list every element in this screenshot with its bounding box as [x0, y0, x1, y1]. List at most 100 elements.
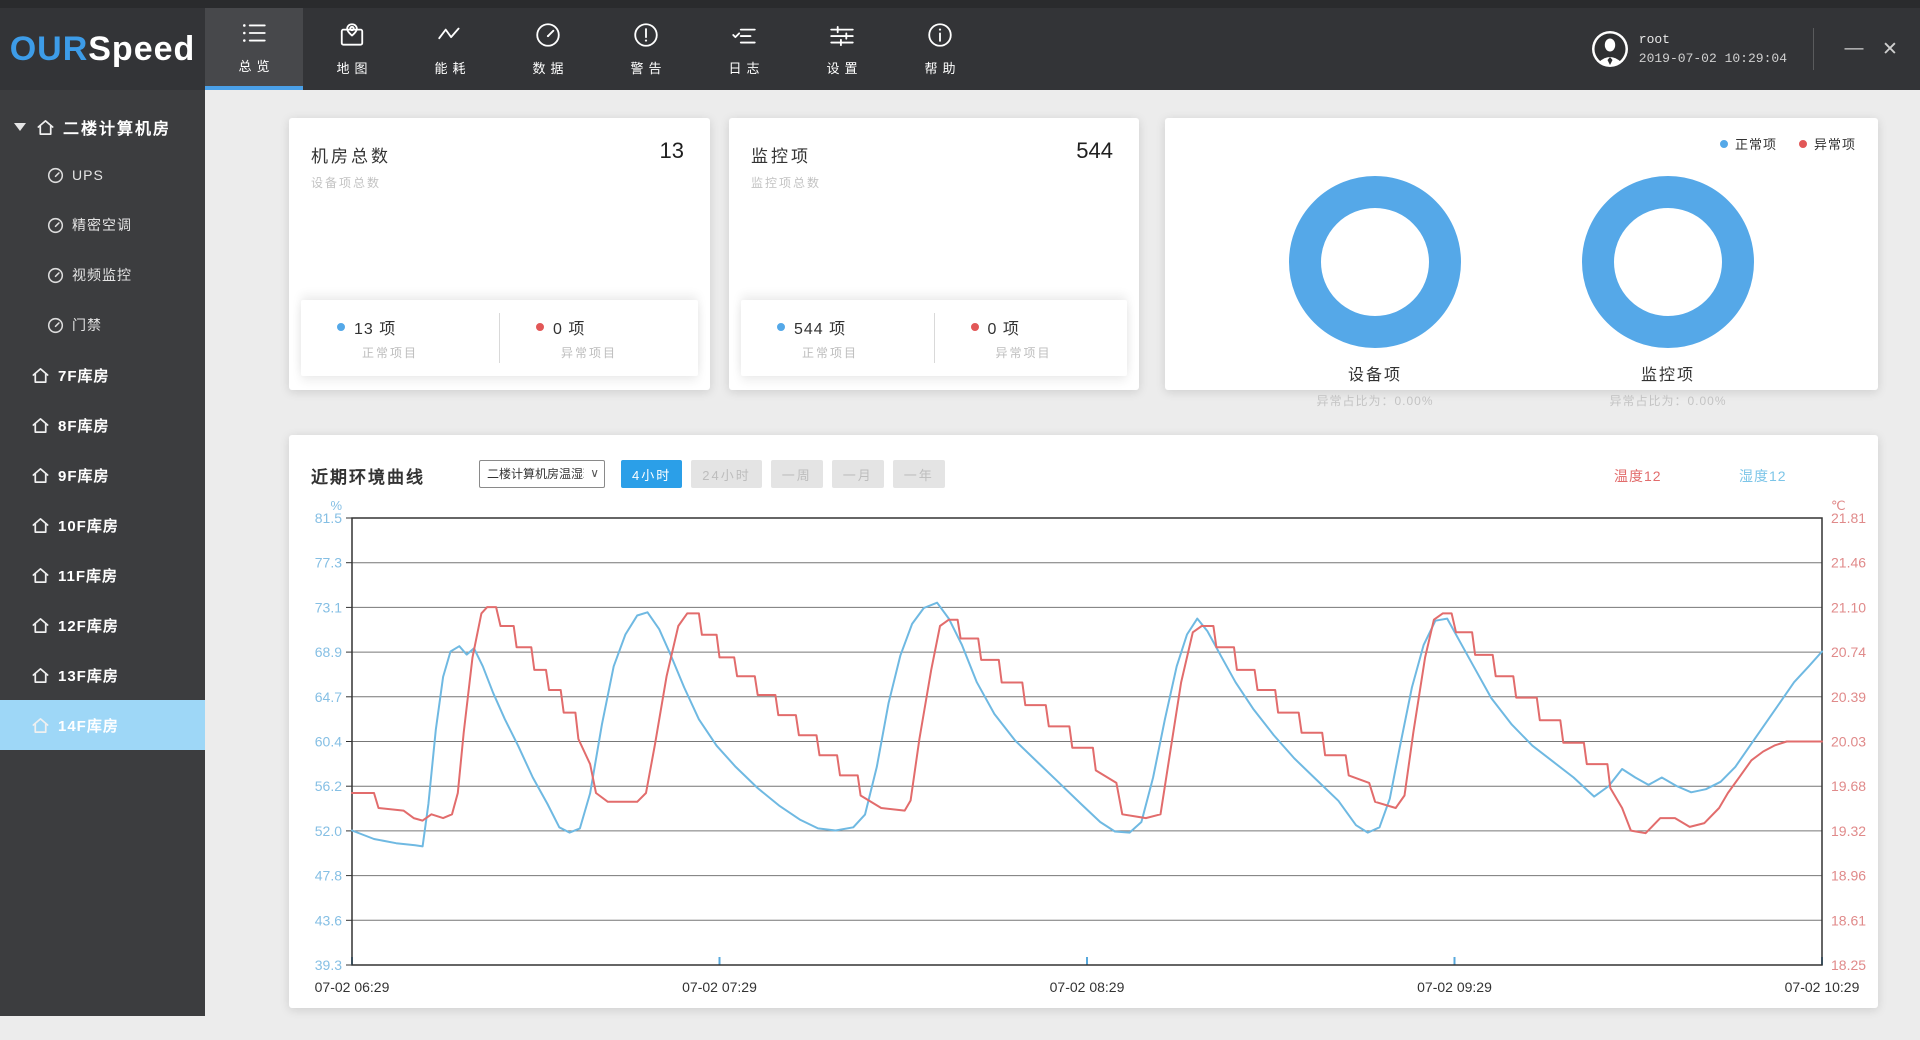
sidebar-item-10f[interactable]: 10F库房	[0, 500, 205, 550]
abnormal-ring-icon	[1799, 140, 1807, 148]
env-source-select-wrap: 二楼计算机房温湿环 ∨	[479, 460, 605, 488]
right-axis-tick-label: 20.74	[1831, 644, 1866, 660]
right-axis-tick-label: 18.61	[1831, 912, 1866, 928]
sidebar-item-13f[interactable]: 13F库房	[0, 650, 205, 700]
legend-temperature[interactable]: 温度12	[1614, 466, 1662, 486]
nav-item-energy[interactable]: 能耗	[401, 8, 499, 90]
nav-item-logs[interactable]: 日志	[695, 8, 793, 90]
sidebar-item-12f[interactable]: 12F库房	[0, 600, 205, 650]
monitor-items-donut: 监控项 异常占比为：0.00%	[1580, 174, 1756, 409]
logo-text-our: OUR	[10, 30, 89, 69]
nav-item-map[interactable]: 地图	[303, 8, 401, 90]
sidebar-item-11f[interactable]: 11F库房	[0, 550, 205, 600]
user-avatar-icon[interactable]	[1591, 30, 1629, 68]
sidebar-item-7f[interactable]: 7F库房	[0, 350, 205, 400]
minimize-button[interactable]: —	[1836, 38, 1872, 60]
sidebar-item-access-control[interactable]: 门禁	[0, 300, 205, 350]
left-axis-tick-label: 43.6	[315, 912, 342, 928]
nav-label: 总览	[238, 56, 274, 75]
right-axis-tick-label: 20.03	[1831, 734, 1866, 750]
sidebar-item-ups[interactable]: UPS	[0, 150, 205, 200]
nav-label: 设置	[826, 58, 862, 77]
normal-ring-icon	[1720, 140, 1728, 148]
alert-exclamation-icon	[632, 21, 660, 49]
donut-summary-card: 正常项 异常项 设备项 异常占比为：0.00% 监控项 异常占比为：0.00%	[1165, 118, 1878, 390]
home-icon	[31, 566, 50, 585]
nav-label: 日志	[728, 58, 764, 77]
x-axis-tick-label: 07-02 08:29	[1050, 979, 1125, 995]
gauge-icon	[47, 267, 64, 284]
nav-item-data[interactable]: 数据	[499, 8, 597, 90]
abnormal-ring-icon	[971, 323, 979, 331]
chart-title: 近期环境曲线	[311, 463, 425, 488]
user-name: root	[1639, 32, 1787, 47]
left-axis-unit: %	[330, 498, 342, 513]
environment-chart-panel: 近期环境曲线 二楼计算机房温湿环 ∨ 4小时 24小时 一周 一月 一年 温度1…	[289, 435, 1878, 1008]
nav-label: 警告	[630, 58, 666, 77]
range-button-24h[interactable]: 24小时	[691, 460, 761, 488]
nav-item-overview[interactable]: 总览	[205, 8, 303, 90]
sidebar-item-video-surveillance[interactable]: 视频监控	[0, 250, 205, 300]
card-subtitle: 设备项总数	[311, 174, 381, 191]
right-axis-tick-label: 21.46	[1831, 555, 1866, 571]
right-axis-tick-label: 19.68	[1831, 778, 1866, 794]
legend-abnormal[interactable]: 异常项	[1799, 134, 1856, 153]
temperature-line	[352, 607, 1822, 833]
home-icon	[31, 616, 50, 635]
right-axis-unit: ℃	[1831, 498, 1846, 513]
sidebar-item-precision-ac[interactable]: 精密空调	[0, 200, 205, 250]
left-axis-tick-label: 56.2	[315, 778, 342, 794]
nav-item-alerts[interactable]: 警告	[597, 8, 695, 90]
x-axis-tick-label: 07-02 06:29	[315, 979, 390, 995]
normal-stat: 13 项 正常项目	[301, 315, 499, 361]
legend-normal[interactable]: 正常项	[1720, 134, 1777, 153]
range-button-month[interactable]: 一月	[832, 460, 884, 488]
left-axis-tick-label: 68.9	[315, 644, 342, 660]
donut-normal-arc	[1305, 192, 1445, 332]
gauge-icon	[47, 317, 64, 334]
normal-stat: 544 项 正常项目	[741, 315, 934, 361]
legend-humidity[interactable]: 湿度12	[1739, 466, 1787, 486]
range-button-4h[interactable]: 4小时	[621, 460, 682, 488]
right-axis-tick-label: 19.32	[1831, 823, 1866, 839]
title-bar: OURSpeed 总览 地图 能耗 数据	[0, 0, 1920, 90]
abnormal-ring-icon	[536, 323, 544, 331]
range-button-year[interactable]: 一年	[893, 460, 945, 488]
nav-item-help[interactable]: 帮助	[891, 8, 989, 90]
humidity-line	[352, 603, 1822, 847]
time-range-buttons: 4小时 24小时 一周 一月 一年	[621, 460, 945, 488]
left-axis-tick-label: 77.3	[315, 555, 342, 571]
info-icon	[926, 21, 954, 49]
home-icon	[31, 366, 50, 385]
card-title: 机房总数	[311, 142, 391, 167]
user-area: root 2019-07-02 10:29:04 — ✕	[1591, 8, 1908, 90]
left-axis-tick-label: 47.8	[315, 868, 342, 884]
card-subtitle: 监控项总数	[751, 174, 821, 191]
sliders-icon	[828, 21, 856, 49]
right-axis-tick-label: 21.10	[1831, 599, 1866, 615]
home-icon	[31, 516, 50, 535]
close-button[interactable]: ✕	[1872, 38, 1908, 61]
sidebar-item-8f[interactable]: 8F库房	[0, 400, 205, 450]
card-value: 13	[660, 138, 684, 164]
donut-legend: 正常项 异常项	[1720, 134, 1856, 153]
range-button-week[interactable]: 一周	[771, 460, 823, 488]
sidebar-item-9f[interactable]: 9F库房	[0, 450, 205, 500]
sidebar: 二楼计算机房 UPS 精密空调 视频监控 门禁 7F库房 8F库房 9F库房 1…	[0, 90, 205, 1016]
sidebar-item-14f[interactable]: 14F库房	[0, 700, 205, 750]
log-list-icon	[730, 21, 758, 49]
normal-ring-icon	[777, 323, 785, 331]
left-axis-tick-label: 64.7	[315, 689, 342, 705]
app-logo: OURSpeed	[0, 8, 205, 90]
device-items-donut: 设备项 异常占比为：0.00%	[1287, 174, 1463, 409]
card-title: 监控项	[751, 142, 811, 167]
left-axis-tick-label: 52.0	[315, 823, 342, 839]
left-axis-tick-label: 73.1	[315, 599, 342, 615]
donut-chart	[1287, 174, 1463, 350]
stat-strip: 13 项 正常项目 0 项 异常项目	[301, 300, 698, 376]
window-controls-divider	[1813, 28, 1814, 70]
nav-label: 地图	[336, 58, 372, 77]
sidebar-group-computer-room-2f[interactable]: 二楼计算机房	[0, 104, 205, 150]
nav-item-settings[interactable]: 设置	[793, 8, 891, 90]
env-source-select[interactable]: 二楼计算机房温湿环	[479, 460, 605, 488]
